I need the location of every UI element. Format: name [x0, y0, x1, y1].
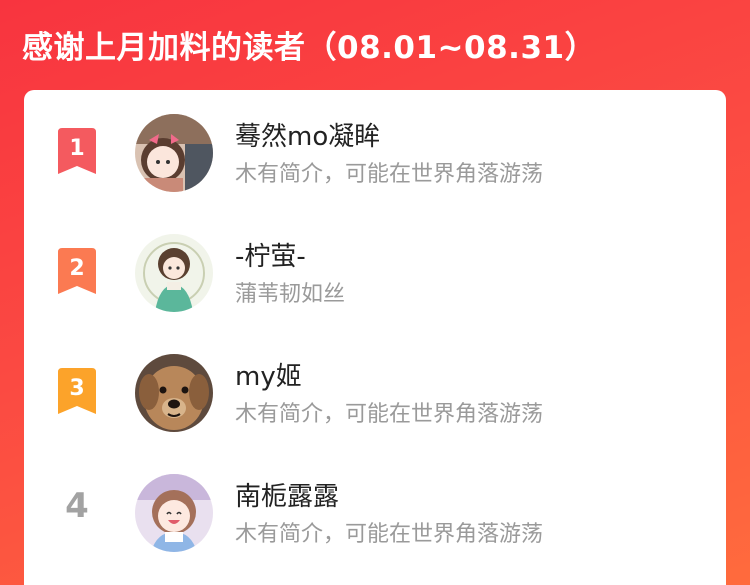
reader-list-card: 1 蓦然mo凝眸 木有简介，可能在世界角落游荡 2 -柠萤- 蒲苇韧如丝 3 m…	[24, 90, 726, 585]
rank-badge-icon: 2	[54, 248, 100, 300]
page-title: 感谢上月加料的读者（08.01~08.31）	[22, 30, 597, 66]
rank-number: 2	[69, 256, 85, 281]
reader-description: 木有简介，可能在世界角落游荡	[235, 162, 544, 187]
rank-number: 4	[65, 486, 89, 526]
avatar-golden-retriever-icon[interactable]	[135, 354, 213, 432]
reader-name: 南栀露露	[235, 482, 340, 512]
reader-row[interactable]: 3 my姬 木有简介，可能在世界角落游荡	[24, 344, 726, 444]
rank-number: 3	[69, 376, 85, 401]
reader-description: 木有简介，可能在世界角落游荡	[235, 402, 544, 427]
rank-number: 1	[69, 136, 85, 161]
rank-badge-icon: 1	[54, 128, 100, 180]
reader-name: -柠萤-	[235, 242, 306, 272]
avatar-laughing-girl-icon[interactable]	[135, 474, 213, 552]
reader-description: 蒲苇韧如丝	[235, 282, 346, 307]
avatar-girl-green-dress-icon[interactable]	[135, 234, 213, 312]
avatar-girl-pink-bow-icon[interactable]	[135, 114, 213, 192]
reader-description: 木有简介，可能在世界角落游荡	[235, 522, 544, 547]
reader-row[interactable]: 1 蓦然mo凝眸 木有简介，可能在世界角落游荡	[24, 104, 726, 204]
reader-name: 蓦然mo凝眸	[235, 122, 381, 152]
rank-badge-icon: 3	[54, 368, 100, 420]
reader-row[interactable]: 4 南栀露露 木有简介，可能在世界角落游荡	[24, 464, 726, 564]
reader-row[interactable]: 2 -柠萤- 蒲苇韧如丝	[24, 224, 726, 324]
reader-name: my姬	[235, 362, 302, 392]
